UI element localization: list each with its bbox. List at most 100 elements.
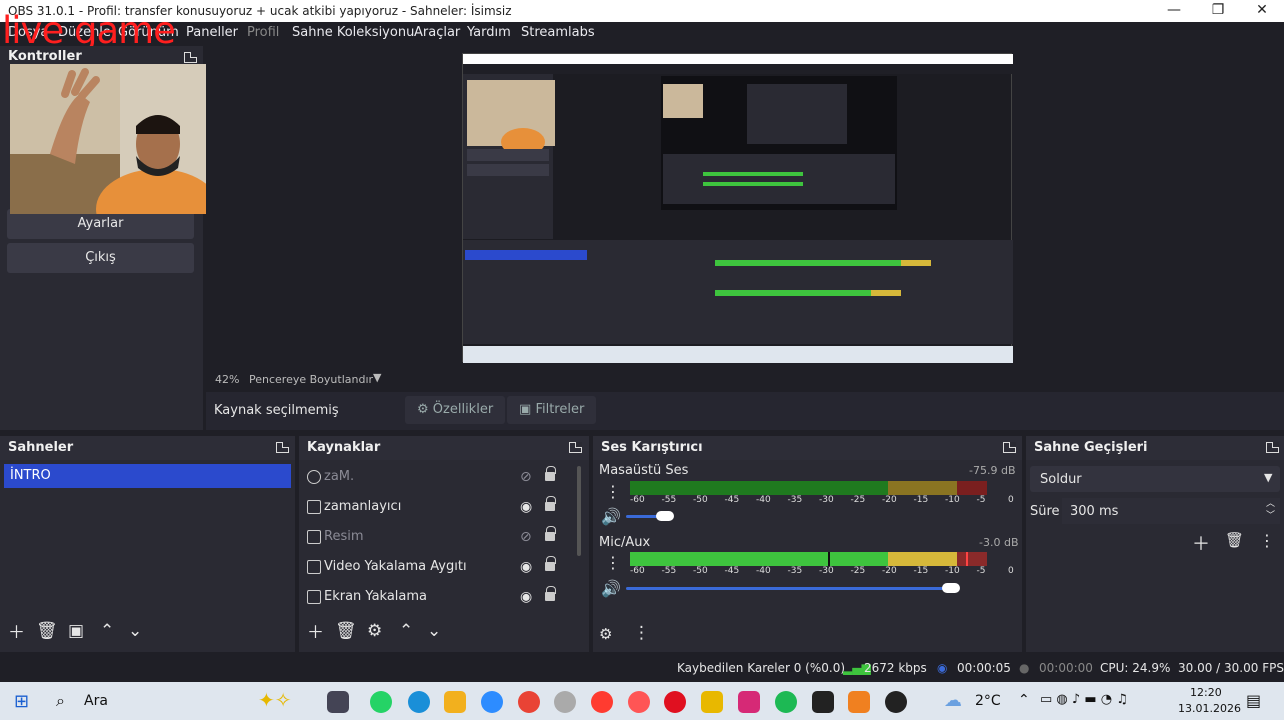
trash-icon[interactable]: 🗑 (36, 623, 58, 640)
scrollbar[interactable] (577, 466, 581, 556)
trash-icon[interactable]: 🗑 (335, 623, 357, 640)
volume-slider-handle[interactable] (656, 511, 674, 521)
audio-mixer-dock: Ses Karıştırıcı Masaüstü Ses -75.9 dB ⋮ … (593, 436, 1022, 652)
spin-buttons-icon[interactable]: ︿ ﹀ (1266, 498, 1275, 522)
clock-date[interactable]: 13.01.2026 (1178, 702, 1241, 715)
sparkle-icon[interactable]: ✦✧ (258, 688, 292, 712)
whatsapp-icon[interactable] (370, 691, 392, 713)
search-icon[interactable]: ⌕ (56, 691, 65, 711)
undock-icon[interactable] (1266, 442, 1279, 453)
add-icon[interactable]: ＋ (307, 625, 324, 642)
zoom-icon[interactable] (481, 691, 503, 713)
eye-hidden-icon[interactable]: ⊘ (520, 463, 532, 491)
eye-icon[interactable]: ◉ (520, 493, 532, 521)
menu-streamlabs[interactable]: Streamlabs (521, 25, 595, 40)
kebab-menu-icon[interactable]: ⋮ (605, 482, 621, 501)
volume-slider-track[interactable] (626, 515, 1011, 518)
minimize-button[interactable]: — (1152, 0, 1196, 22)
windows-start-icon[interactable]: ⊞ (14, 691, 29, 712)
menu-docks[interactable]: Paneller (186, 25, 238, 40)
lock-icon[interactable] (545, 526, 556, 541)
up-arrow-icon[interactable]: ⌃ (399, 623, 413, 640)
add-icon[interactable]: ＋ (8, 625, 25, 642)
taskbar-search[interactable]: Ara (84, 693, 108, 709)
obs-icon[interactable] (885, 691, 907, 713)
instagram-icon[interactable] (738, 691, 760, 713)
opera-icon[interactable] (664, 691, 686, 713)
chrome-icon[interactable] (518, 691, 540, 713)
volume-slider-handle[interactable] (942, 583, 960, 593)
app-icon[interactable] (848, 691, 870, 713)
gear-icon: ⚙ (417, 402, 429, 417)
app-icon[interactable] (701, 691, 723, 713)
opera-gx-icon[interactable] (628, 691, 650, 713)
chevron-down-icon: ▼ (1264, 471, 1273, 484)
lock-icon[interactable] (545, 556, 556, 571)
menu-profile[interactable]: Profil (247, 25, 279, 40)
source-row[interactable]: zamanlayıcı ◉ (303, 493, 573, 521)
source-row[interactable]: Video Yakalama Aygıtı ◉ (303, 553, 573, 581)
filter-icon[interactable]: ▣ (68, 623, 84, 640)
undock-icon[interactable] (276, 442, 289, 453)
scene-item[interactable]: İNTRO (4, 464, 291, 488)
undock-icon[interactable] (569, 442, 582, 453)
meter-scale: -60 -55 -50 -45 -40 -35 -30 -25 -20 -15 -10 -5 0 (630, 495, 1015, 507)
trash-icon[interactable]: 🗑 (1225, 531, 1244, 549)
chevron-up-icon[interactable]: ⌃ (1018, 692, 1030, 708)
fit-to-window[interactable]: Pencereye Boyutlandır (249, 373, 373, 386)
up-arrow-icon[interactable]: ⌃ (100, 623, 114, 640)
scenes-dock: Sahneler İNTRO ＋ 🗑 ▣ ⌃ ⌄ (0, 436, 295, 652)
app-icon[interactable] (554, 691, 576, 713)
filters-button[interactable]: ▣ Filtreler (507, 396, 597, 424)
chevron-down-icon[interactable]: ▼ (373, 371, 381, 384)
maximize-button[interactable]: ❐ (1196, 0, 1240, 22)
eye-icon[interactable]: ◉ (520, 583, 532, 611)
menu-help[interactable]: Yardım (467, 25, 511, 40)
tray-icons[interactable]: ▭ ◍ ♪ ▬ ◔ ♫ (1040, 692, 1128, 707)
kebab-menu-icon[interactable]: ⋮ (633, 625, 650, 642)
add-icon[interactable]: ＋ (1192, 530, 1210, 556)
speaker-icon[interactable]: 🔊 (601, 579, 621, 598)
notification-icon[interactable]: ▤ (1246, 691, 1261, 710)
transition-select[interactable]: Soldur ▼ (1030, 466, 1280, 492)
controls-title: Kontroller (8, 49, 82, 64)
clock-time[interactable]: 12:20 (1190, 686, 1222, 699)
duration-input[interactable]: 300 ms ︿ ﹀ (1062, 498, 1280, 524)
capcut-icon[interactable] (812, 691, 834, 713)
channel-db: -75.9 dB (969, 464, 1016, 477)
task-view-icon[interactable] (327, 691, 349, 713)
folder-icon[interactable] (444, 691, 466, 713)
undock-icon[interactable] (1003, 442, 1016, 453)
close-button[interactable]: ✕ (1240, 0, 1284, 22)
undock-icon[interactable] (184, 52, 197, 63)
source-row[interactable]: Ekran Yakalama ◉ (303, 583, 573, 611)
zoom-level[interactable]: 42% (215, 373, 239, 386)
kebab-menu-icon[interactable]: ⋮ (1259, 531, 1275, 550)
transitions-dock: Sahne Geçişleri Soldur ▼ Süre 300 ms ︿ ﹀ … (1026, 436, 1284, 652)
down-arrow-icon[interactable]: ⌄ (427, 623, 441, 640)
properties-button[interactable]: ⚙ Özellikler (405, 396, 506, 424)
preview-nested-capture (462, 53, 1013, 363)
eye-icon[interactable]: ◉ (520, 553, 532, 581)
lock-icon[interactable] (545, 496, 556, 511)
yandex-icon[interactable] (591, 691, 613, 713)
menu-scene-collection[interactable]: Sahne Koleksiyonu (292, 25, 414, 40)
mixer-settings-icon[interactable]: ⚙ (599, 627, 612, 642)
gear-icon[interactable]: ⚙ (367, 623, 382, 640)
kebab-menu-icon[interactable]: ⋮ (605, 553, 621, 572)
meter-tick-label: -20 (882, 495, 897, 505)
eye-hidden-icon[interactable]: ⊘ (520, 523, 532, 551)
edge-icon[interactable] (408, 691, 430, 713)
weather-temp[interactable]: 2°C (975, 693, 1001, 709)
speaker-icon[interactable]: 🔊 (601, 507, 621, 526)
source-row[interactable]: zaM. ⊘ (303, 463, 573, 491)
exit-button[interactable]: Çıkış (7, 243, 194, 273)
lock-icon[interactable] (545, 586, 556, 601)
source-toolbar: Kaynak seçilmemiş ⚙ Özellikler ▣ Filtrel… (206, 392, 1284, 430)
lock-icon[interactable] (545, 466, 556, 481)
spotify-icon[interactable] (775, 691, 797, 713)
source-row[interactable]: Resim ⊘ (303, 523, 573, 551)
down-arrow-icon[interactable]: ⌄ (128, 623, 142, 640)
meter-tick-label: -20 (882, 566, 897, 576)
menu-tools[interactable]: Araçlar (414, 25, 460, 40)
